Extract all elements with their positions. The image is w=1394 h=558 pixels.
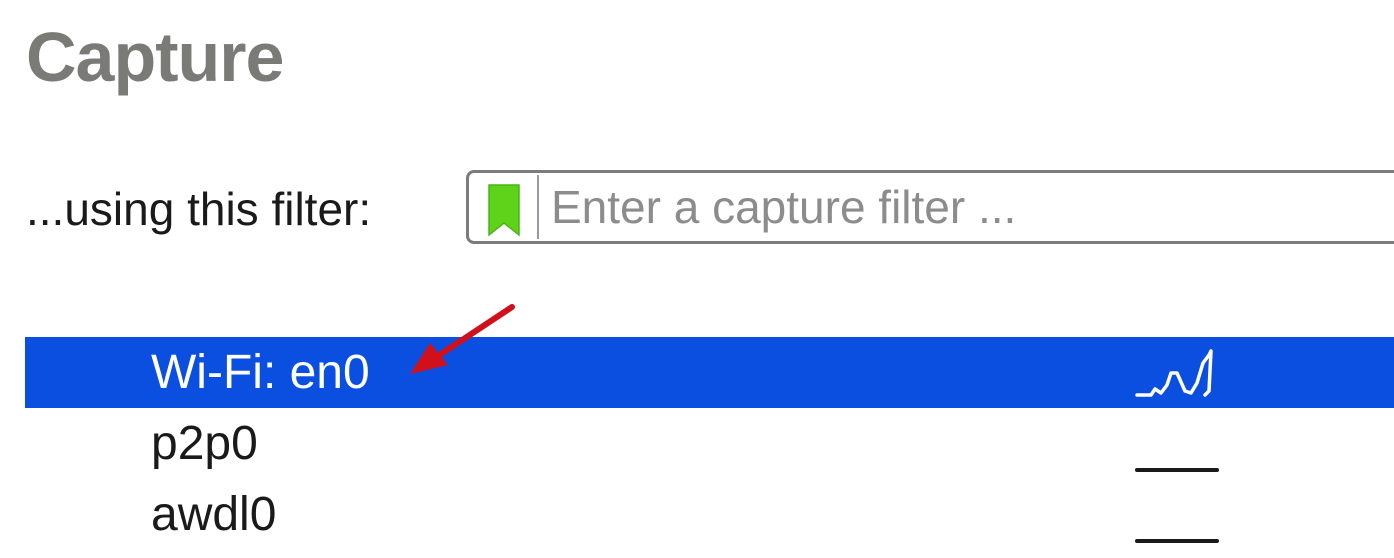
interface-list: Wi-Fi: en0 p2p0 awdl0: [25, 337, 1394, 550]
traffic-sparkline-icon: [1135, 349, 1213, 397]
interface-row-awdl0[interactable]: awdl0: [25, 479, 1394, 550]
interface-row-wifi-en0[interactable]: Wi-Fi: en0: [25, 337, 1394, 408]
interface-row-p2p0[interactable]: p2p0: [25, 408, 1394, 479]
traffic-sparkline-icon: [1135, 468, 1219, 472]
interface-name: awdl0: [151, 488, 277, 541]
interface-name: p2p0: [151, 417, 258, 470]
traffic-sparkline-icon: [1135, 539, 1219, 543]
capture-filter-input[interactable]: [551, 177, 1394, 237]
section-title: Capture: [26, 18, 284, 96]
capture-filter-label: ...using this filter:: [26, 183, 372, 235]
capture-filter-field[interactable]: [466, 170, 1394, 244]
bookmark-icon[interactable]: [485, 183, 523, 237]
filter-divider: [537, 175, 539, 239]
capture-panel: Capture ...using this filter: Wi-Fi: en0…: [0, 0, 1394, 558]
interface-name: Wi-Fi: en0: [151, 346, 370, 399]
